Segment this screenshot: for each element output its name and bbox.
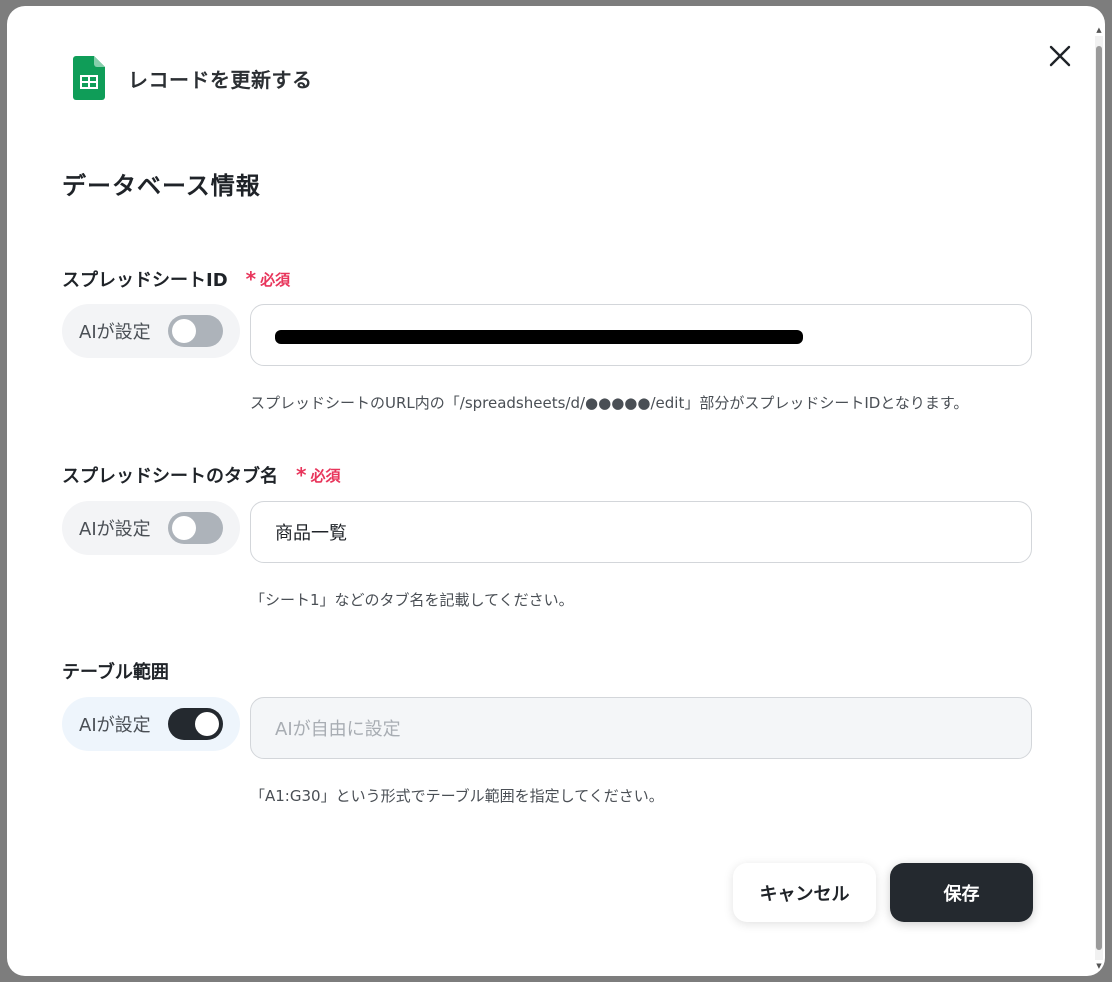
asterisk-icon: * [296, 463, 307, 487]
spreadsheet-id-helper: スプレッドシートのURL内の「/spreadsheets/d/●●●●●/edi… [250, 394, 969, 412]
table-range-helper: 「A1:G30」という形式でテーブル範囲を指定してください。 [250, 787, 664, 805]
dialog-title: レコードを更新する [128, 67, 313, 92]
section-title: データベース情報 [62, 172, 261, 200]
toggle-switch[interactable] [168, 512, 223, 544]
toggle-switch[interactable] [168, 708, 223, 740]
spreadsheet-id-label-text: スプレッドシートID [62, 270, 228, 291]
required-badge: * 必須 [296, 465, 340, 486]
cancel-button[interactable]: キャンセル [733, 863, 876, 922]
google-sheets-icon [73, 56, 105, 100]
required-text: 必須 [310, 466, 341, 485]
tab-name-value: 商品一覧 [275, 523, 347, 544]
table-range-input[interactable]: AIが自由に設定 [250, 697, 1032, 759]
toggle-knob [172, 319, 196, 343]
ai-toggle-label: AIが設定 [79, 322, 151, 343]
required-badge: * 必須 [246, 269, 290, 290]
close-icon [1049, 45, 1071, 67]
spreadsheet-id-label: スプレッドシートID * 必須 [62, 266, 290, 292]
table-range-label-text: テーブル範囲 [62, 662, 169, 683]
table-range-placeholder: AIが自由に設定 [275, 719, 401, 740]
scroll-down-arrow-icon[interactable]: ▼ [1095, 962, 1103, 970]
dialog-header: レコードを更新する [73, 56, 313, 100]
scroll-up-arrow-icon[interactable]: ▲ [1095, 26, 1103, 34]
ai-toggle-label: AIが設定 [79, 519, 151, 540]
scrollbar[interactable]: ▲ ▼ [1095, 26, 1103, 970]
close-button[interactable] [1044, 40, 1076, 72]
spreadsheet-id-input[interactable] [250, 304, 1032, 366]
redacted-value [275, 330, 803, 344]
required-text: 必須 [260, 270, 291, 289]
ai-toggle-table-range[interactable]: AIが設定 [62, 697, 240, 751]
tab-name-label-text: スプレッドシートのタブ名 [62, 466, 278, 487]
save-button[interactable]: 保存 [890, 863, 1033, 922]
scroll-thumb[interactable] [1096, 46, 1102, 950]
tab-name-input[interactable]: 商品一覧 [250, 501, 1032, 563]
toggle-knob [195, 712, 219, 736]
toggle-knob [172, 516, 196, 540]
tab-name-helper: 「シート1」などのタブ名を記載してください。 [250, 591, 574, 609]
ai-toggle-tab-name[interactable]: AIが設定 [62, 501, 240, 555]
asterisk-icon: * [245, 267, 257, 291]
ai-toggle-spreadsheet-id[interactable]: AIが設定 [62, 304, 240, 358]
ai-toggle-label: AIが設定 [79, 715, 151, 736]
table-range-label: テーブル範囲 [62, 658, 169, 684]
update-record-dialog: レコードを更新する データベース情報 スプレッドシートID * 必須 AIが設定… [7, 6, 1105, 976]
tab-name-label: スプレッドシートのタブ名 * 必須 [62, 462, 340, 488]
toggle-switch[interactable] [168, 315, 223, 347]
